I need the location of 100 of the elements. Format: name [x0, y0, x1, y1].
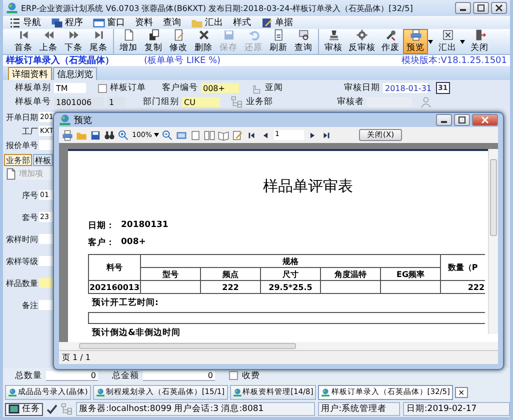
- menu-item[interactable]: 单据: [261, 16, 293, 29]
- toolbar-button[interactable]: 审核: [321, 29, 346, 54]
- toolbar-button[interactable]: 复制: [141, 29, 166, 54]
- menu-item[interactable]: 程序: [51, 16, 83, 29]
- toolbar-button[interactable]: 汇出: [435, 29, 460, 54]
- field-label: 部门组别: [143, 96, 179, 108]
- minimize-button[interactable]: [455, 2, 471, 14]
- task-button[interactable]: 任务: [5, 402, 43, 416]
- field-label: 样板单别: [15, 82, 51, 94]
- tab[interactable]: 样板: [33, 154, 53, 166]
- field-label: 总数量: [15, 370, 42, 382]
- caret-icon[interactable]: [428, 40, 433, 44]
- two-pages-icon: [204, 130, 216, 140]
- maximize-icon: [458, 116, 466, 124]
- field-label: 工厂: [22, 126, 38, 136]
- input-field[interactable]: CU: [182, 97, 220, 107]
- tab[interactable]: 信息浏览: [53, 67, 97, 80]
- toolbar-button[interactable]: 修改: [166, 29, 191, 54]
- copy-icon: [148, 29, 160, 41]
- table-cell: [380, 280, 441, 294]
- close-tab-button[interactable]: ×: [454, 386, 468, 398]
- input-field[interactable]: 1801006: [54, 97, 104, 107]
- menu-item[interactable]: 窗口: [93, 16, 125, 29]
- table-cell: [320, 280, 380, 294]
- document-title: 样品单评审表: [263, 177, 353, 196]
- list-icon: [9, 16, 21, 28]
- field-label: 样板单号: [15, 96, 51, 108]
- exit-icon: [474, 29, 486, 41]
- binoculars-icon: [104, 130, 115, 140]
- status-date: 日期:2019-02-17: [403, 402, 510, 416]
- maximize-button[interactable]: [473, 2, 489, 14]
- check-icon: [46, 403, 58, 415]
- save-icon: [90, 130, 101, 140]
- input-field[interactable]: 0: [143, 370, 215, 380]
- toolbar-button[interactable]: 下条: [61, 29, 86, 54]
- module-version: 模块版本:V18.1.25.1501: [402, 54, 507, 67]
- date-value: 20180131: [121, 220, 168, 232]
- field-label: 样品数量: [6, 278, 38, 288]
- menu-item[interactable]: 导航: [9, 16, 41, 29]
- toolbar-button[interactable]: 增加: [116, 29, 141, 54]
- task-icon: [8, 403, 20, 415]
- table-cell: 222: [200, 280, 260, 294]
- table-cell: [140, 280, 200, 294]
- zoom-out-icon: [162, 130, 174, 140]
- caret-icon: [154, 133, 160, 137]
- menu-item[interactable]: 样式: [233, 16, 251, 29]
- maximize-button[interactable]: [454, 114, 470, 126]
- single-page-icon: [190, 130, 202, 140]
- app-icon: [6, 2, 18, 14]
- module-title: 样板订单录入（石英晶体）: [6, 54, 114, 67]
- menu-item[interactable]: 汇出: [191, 16, 223, 29]
- tab[interactable]: 详细资料: [8, 67, 52, 80]
- toolbar-button[interactable]: 关闭: [467, 29, 492, 54]
- table-header: 型号: [140, 268, 200, 280]
- field-label: 审核日期: [344, 82, 380, 94]
- hierarchy-icon: [61, 403, 73, 415]
- field-label: 报价单号: [6, 140, 38, 150]
- table-header: 数量（P: [440, 254, 485, 280]
- tab[interactable]: 业务部: [4, 154, 32, 166]
- horizontal-scrollbar[interactable]: [59, 342, 498, 350]
- field-label: 总金额: [112, 370, 139, 382]
- toolbar-button[interactable]: 刷新: [266, 29, 291, 54]
- lookup-text: 亚闻: [265, 82, 283, 94]
- input-field[interactable]: 0: [46, 370, 98, 380]
- toolbar-button[interactable]: 尾条: [86, 29, 111, 54]
- field-label: 索样时间: [6, 234, 38, 244]
- lookup-text: 业务部: [246, 96, 273, 108]
- table-cell: 202160013: [88, 280, 140, 294]
- note-text: 预计开工艺时间:: [92, 297, 160, 309]
- vertical-scrollbar[interactable]: [488, 149, 498, 334]
- field-label: 开单日期: [6, 112, 38, 122]
- minimize-button[interactable]: [436, 114, 452, 126]
- menu-item[interactable]: 查询: [163, 16, 181, 29]
- edit-icon: [172, 29, 184, 41]
- close-button[interactable]: [491, 2, 507, 14]
- app-icon: [96, 388, 105, 396]
- toolbar-button[interactable]: 删除: [191, 29, 216, 54]
- customer-value: 008+: [121, 237, 146, 249]
- hierarchy-icon: [231, 96, 243, 108]
- page-status: 页 1 / 1: [62, 352, 91, 363]
- checkbox[interactable]: [98, 84, 107, 92]
- toolbar-button[interactable]: 作废: [378, 29, 403, 54]
- input-field[interactable]: 008+: [201, 83, 239, 93]
- input-field[interactable]: TM: [54, 83, 86, 93]
- input-field[interactable]: 1: [107, 97, 125, 107]
- toolbar-button[interactable]: 查询: [291, 29, 316, 54]
- table-header: 频点: [200, 268, 260, 280]
- window-icon: [93, 16, 105, 28]
- status-server: 服务器:localhost:8099 用户会话:3 消息:8081: [76, 402, 315, 416]
- status-user: 用户:系统管理者: [318, 402, 400, 416]
- checkbox[interactable]: [229, 371, 238, 380]
- windows-icon: [51, 16, 63, 28]
- gear-icon: [356, 29, 368, 41]
- delete-icon: [198, 29, 210, 41]
- toolbar-button[interactable]: 预览: [403, 29, 428, 54]
- menu-item[interactable]: 资料: [135, 16, 153, 29]
- toolbar-button[interactable]: 反审核: [346, 29, 378, 54]
- toolbar-button[interactable]: 上条: [36, 29, 61, 54]
- caret-icon[interactable]: [460, 40, 465, 44]
- toolbar-button[interactable]: 首条: [11, 29, 36, 54]
